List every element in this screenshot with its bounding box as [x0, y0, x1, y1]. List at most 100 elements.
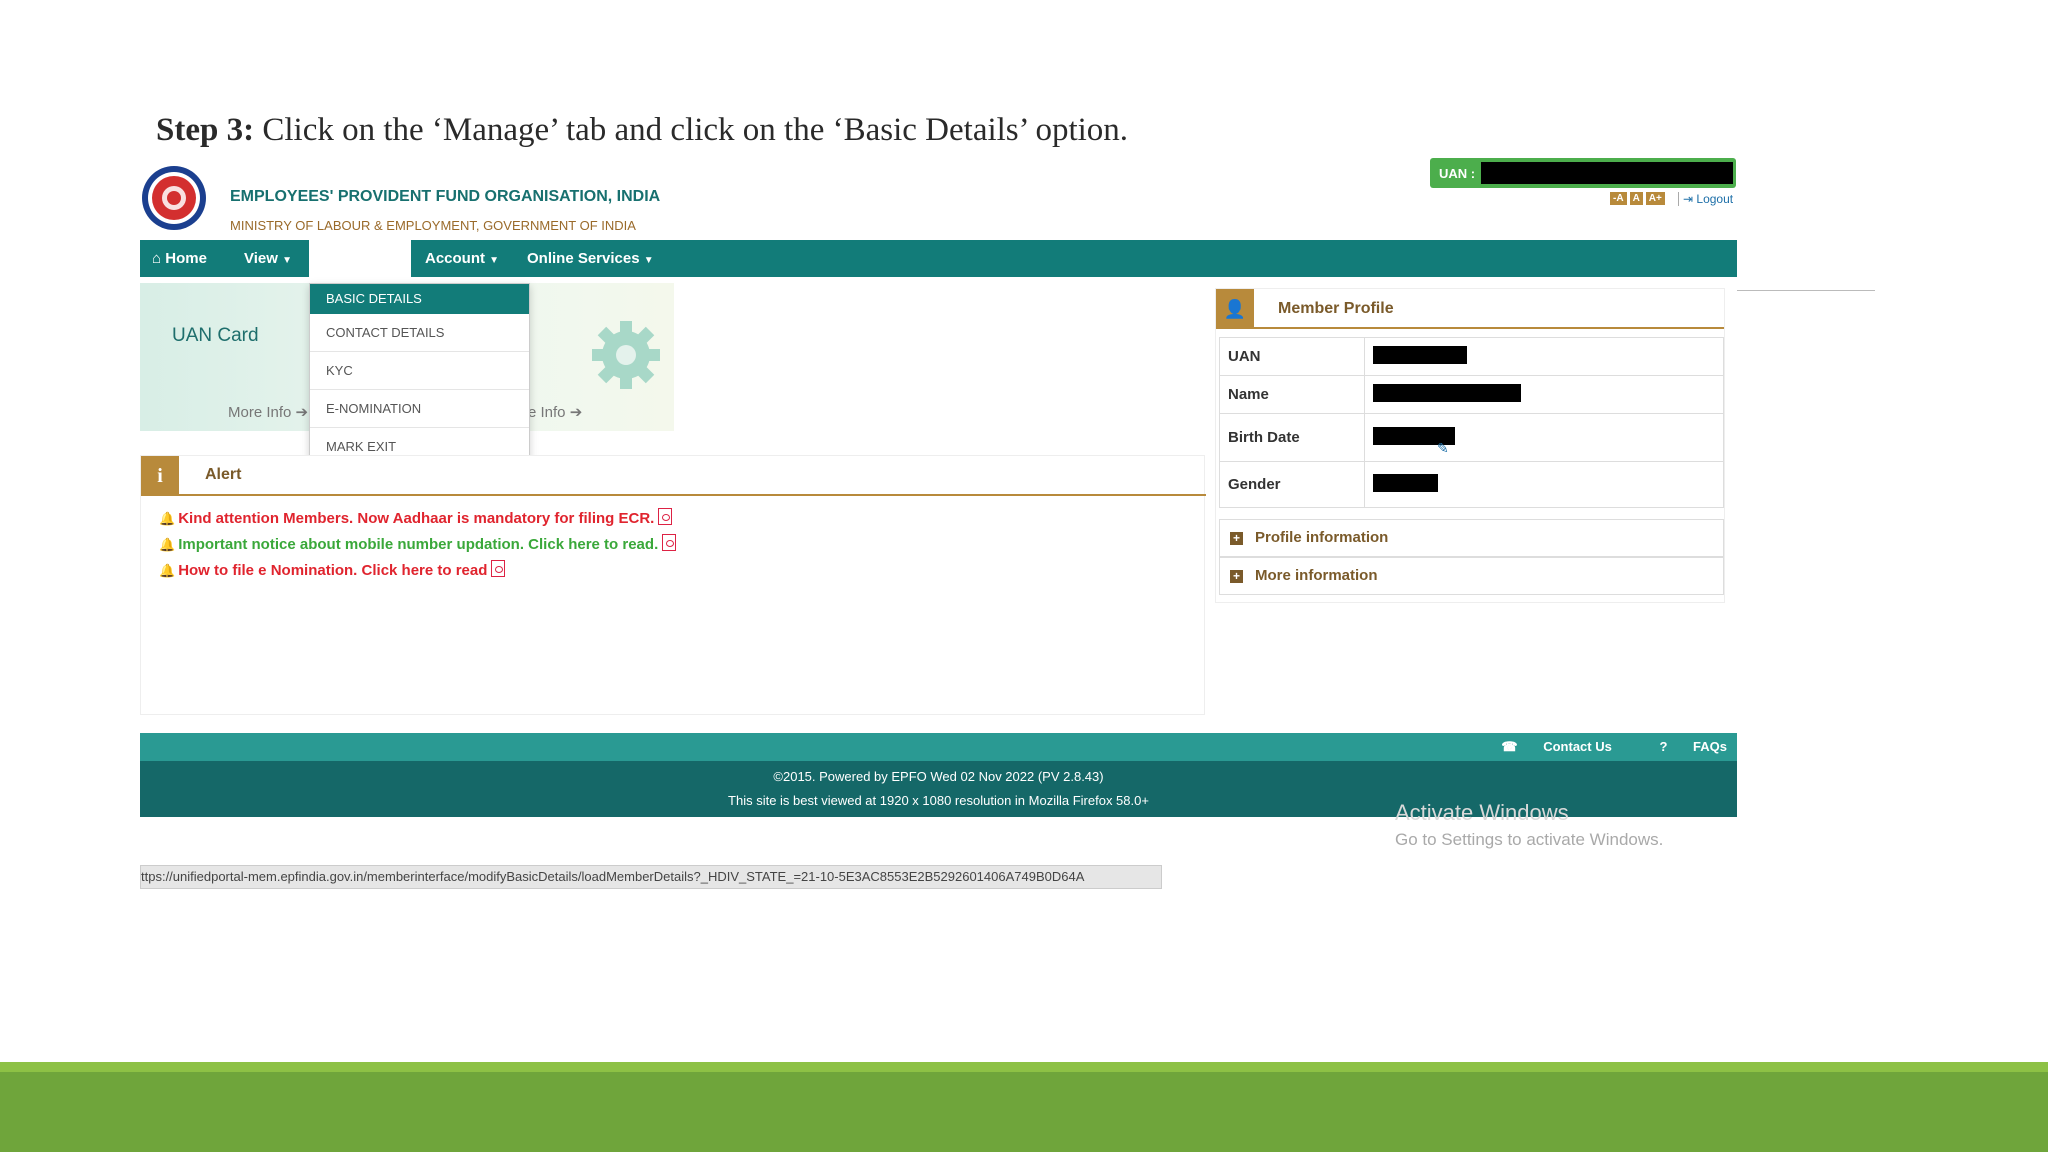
epfo-screenshot: EMPLOYEES' PROVIDENT FUND ORGANISATION, …	[140, 150, 1875, 895]
epfo-logo	[142, 166, 206, 230]
more-information-label: More information	[1255, 567, 1378, 584]
activate-windows-subtitle: Go to Settings to activate Windows.	[1395, 830, 1664, 849]
row-value-name	[1364, 375, 1724, 414]
home-icon: ⌂	[152, 250, 166, 267]
step-instruction: Click on the ‘Manage’ tab and click on t…	[254, 112, 1129, 148]
phone-icon: ☎	[1501, 739, 1522, 754]
bell-icon: 🔔	[159, 537, 176, 552]
divider	[1737, 290, 1875, 291]
logout-icon: ⇥	[1683, 192, 1697, 206]
caret-down-icon: ▼	[643, 255, 654, 266]
menu-kyc[interactable]: KYC	[310, 352, 529, 390]
more-info-label: More Info	[228, 404, 292, 421]
footer-links-bar: ☎ Contact Us ? FAQs	[140, 733, 1737, 761]
member-profile-table: UAN Name Birth Date Gender	[1219, 337, 1724, 508]
logout-link[interactable]: ⇥ Logout	[1678, 192, 1733, 206]
plus-square-icon: +	[1230, 570, 1243, 583]
nav-manage-label: Manage	[325, 250, 381, 267]
row-label-birth-date: Birth Date	[1219, 413, 1365, 462]
step-label: Step 3:	[156, 112, 255, 148]
member-profile-panel: 👤 Member Profile UAN Name Birth Date Gen…	[1215, 288, 1725, 603]
alert-text-3: How to file e Nomination. Click here to …	[178, 562, 488, 579]
alert-text-2: Important notice about mobile number upd…	[178, 536, 659, 553]
logout-label: Logout	[1696, 192, 1734, 206]
bell-icon: 🔔	[159, 563, 176, 578]
contact-us-label: Contact Us	[1543, 739, 1612, 754]
row-label-uan: UAN	[1219, 337, 1365, 376]
pdf-icon	[491, 560, 506, 577]
profile-information-label: Profile information	[1255, 529, 1389, 546]
alert-link-nomination[interactable]: 🔔 How to file e Nomination. Click here to…	[159, 560, 506, 579]
caret-down-icon: ▼	[282, 255, 292, 266]
font-size-controls: -A A A+	[1610, 192, 1665, 205]
nav-manage[interactable]: Manage ▼	[309, 240, 411, 277]
font-increase-button[interactable]: A+	[1645, 192, 1665, 205]
gear-icon	[592, 321, 660, 389]
nav-online-services-label: Online Services	[527, 250, 640, 267]
nav-account[interactable]: Account ▼	[425, 240, 499, 277]
row-value-birth-date	[1364, 413, 1724, 462]
nav-online-services[interactable]: Online Services ▼	[527, 240, 654, 277]
info-icon: i	[141, 456, 179, 496]
status-bar-url: ttps://unifiedportal-mem.epfindia.gov.in…	[140, 865, 1162, 889]
plus-square-icon: +	[1230, 532, 1243, 545]
redacted-value	[1373, 383, 1521, 402]
activate-windows-title: Activate Windows	[1395, 800, 1569, 825]
menu-contact-details[interactable]: CONTACT DETAILS	[310, 314, 529, 352]
caret-down-icon: ▼	[385, 255, 395, 266]
nav-view[interactable]: View ▼	[244, 240, 292, 277]
row-value-uan	[1364, 337, 1724, 376]
faqs-label: FAQs	[1693, 739, 1727, 754]
org-name: EMPLOYEES' PROVIDENT FUND ORGANISATION, …	[230, 188, 661, 205]
nav-view-label: View	[244, 250, 278, 267]
question-icon: ?	[1659, 739, 1672, 754]
more-info-label-2: e Info	[528, 404, 566, 421]
table-row: UAN	[1219, 337, 1724, 376]
arrow-circle-icon: ➔	[569, 404, 583, 421]
caret-down-icon: ▼	[489, 255, 500, 266]
alert-title: Alert	[205, 466, 242, 483]
main-navbar: ⌂ Home View ▼ Manage ▼ Account ▼ Online …	[140, 240, 1737, 277]
user-plus-icon: 👤	[1216, 289, 1254, 329]
tile2-more-info[interactable]: e Info ➔	[528, 403, 582, 421]
uan-redacted	[1481, 162, 1733, 184]
alert-header: i Alert	[141, 456, 1206, 496]
pdf-icon	[662, 534, 677, 551]
nav-home-label: Home	[165, 250, 207, 267]
font-decrease-button[interactable]: -A	[1610, 192, 1627, 205]
nav-account-label: Account	[425, 250, 485, 267]
uan-badge: UAN :	[1430, 158, 1736, 188]
arrow-circle-icon: ➔	[295, 404, 309, 421]
row-value-gender	[1364, 461, 1724, 508]
footer-copyright: ©2015. Powered by EPFO Wed 02 Nov 2022 (…	[773, 769, 1104, 784]
manage-dropdown: BASIC DETAILS CONTACT DETAILS KYC E-NOMI…	[309, 283, 530, 467]
pdf-icon	[658, 508, 673, 525]
row-label-gender: Gender	[1219, 461, 1365, 508]
uan-badge-label: UAN :	[1439, 165, 1476, 181]
table-row: Birth Date	[1219, 413, 1724, 462]
slide-footer-band	[0, 1062, 2048, 1152]
profile-information-toggle[interactable]: + Profile information	[1219, 519, 1724, 557]
uan-card-title: UAN Card	[172, 325, 259, 346]
table-row: Name	[1219, 375, 1724, 414]
edit-icon[interactable]: ✎	[1437, 440, 1449, 457]
alert-text-1: Kind attention Members. Now Aadhaar is m…	[178, 510, 655, 527]
font-normal-button[interactable]: A	[1629, 192, 1643, 205]
alert-link-mobile[interactable]: 🔔 Important notice about mobile number up…	[159, 534, 677, 553]
bell-icon: 🔔	[159, 511, 176, 526]
redacted-value	[1373, 473, 1438, 492]
menu-basic-details[interactable]: BASIC DETAILS	[310, 284, 529, 314]
ministry-name: MINISTRY OF LABOUR & EMPLOYMENT, GOVERNM…	[230, 218, 636, 233]
row-label-name: Name	[1219, 375, 1365, 414]
step-title: Step 3: Click on the ‘Manage’ tab and cl…	[156, 112, 1128, 149]
faqs-link[interactable]: ? FAQs	[1637, 739, 1727, 754]
slide: Step 3: Click on the ‘Manage’ tab and cl…	[0, 0, 2048, 1152]
table-row: Gender	[1219, 461, 1724, 508]
member-profile-header: 👤 Member Profile	[1216, 289, 1724, 329]
nav-home[interactable]: ⌂ Home	[152, 240, 207, 277]
more-information-toggle[interactable]: + More information	[1219, 557, 1724, 595]
uan-card-more-info[interactable]: More Info ➔	[228, 403, 308, 421]
menu-e-nomination[interactable]: E-NOMINATION	[310, 390, 529, 428]
contact-us-link[interactable]: ☎ Contact Us	[1479, 739, 1611, 754]
alert-link-aadhaar[interactable]: 🔔 Kind attention Members. Now Aadhaar is …	[159, 508, 673, 527]
